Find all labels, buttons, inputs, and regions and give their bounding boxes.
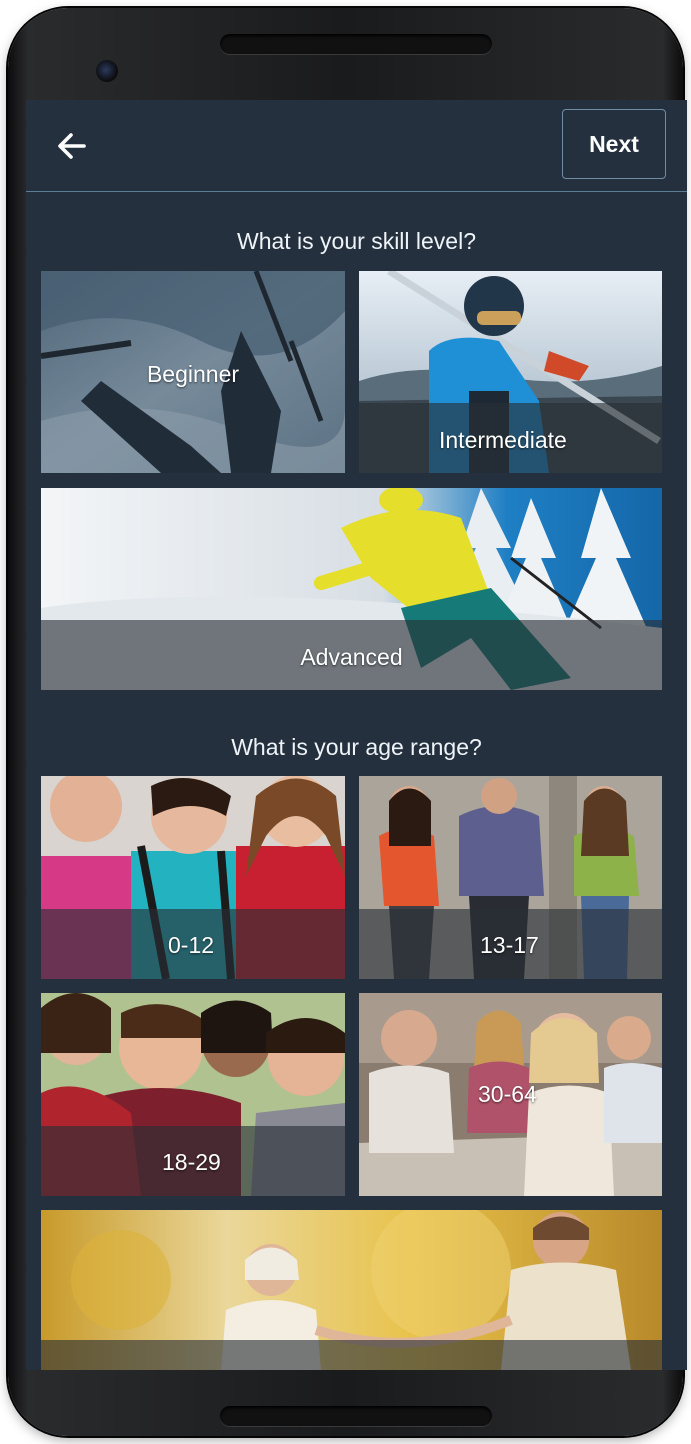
skill-option-advanced[interactable]: Advanced [41,488,662,690]
top-app-bar: Next [26,100,687,192]
age-option-18-29[interactable]: 18-29 [41,993,345,1196]
age-range-heading: What is your age range? [231,734,482,760]
age-option-30-64[interactable]: 30-64 [359,993,662,1196]
skill-option-intermediate[interactable]: Intermediate [359,271,662,473]
earpiece-speaker [220,34,492,54]
tile-label: 13-17 [480,932,539,958]
tile-label-band [41,1340,662,1370]
skill-option-beginner[interactable]: Beginner [41,271,345,473]
tile-label: 18-29 [162,1149,221,1175]
age-option-0-12[interactable]: 0-12 [41,776,345,979]
next-button[interactable]: Next [562,109,666,179]
skill-level-heading: What is your skill level? [236,228,477,254]
tile-label: Intermediate [439,427,567,453]
bottom-speaker [220,1406,492,1426]
tile-label: Beginner [146,361,240,387]
tile-label: Advanced [300,644,403,670]
tile-label: 30-64 [478,1081,537,1107]
age-option-senior[interactable] [41,1210,662,1370]
tile-label: 0-12 [168,932,215,958]
app-screen: Next What is your skill level? Beginner [26,100,687,1370]
front-camera-icon [96,60,118,82]
arrow-left-icon[interactable] [54,128,90,164]
age-option-13-17[interactable]: 13-17 [359,776,662,979]
